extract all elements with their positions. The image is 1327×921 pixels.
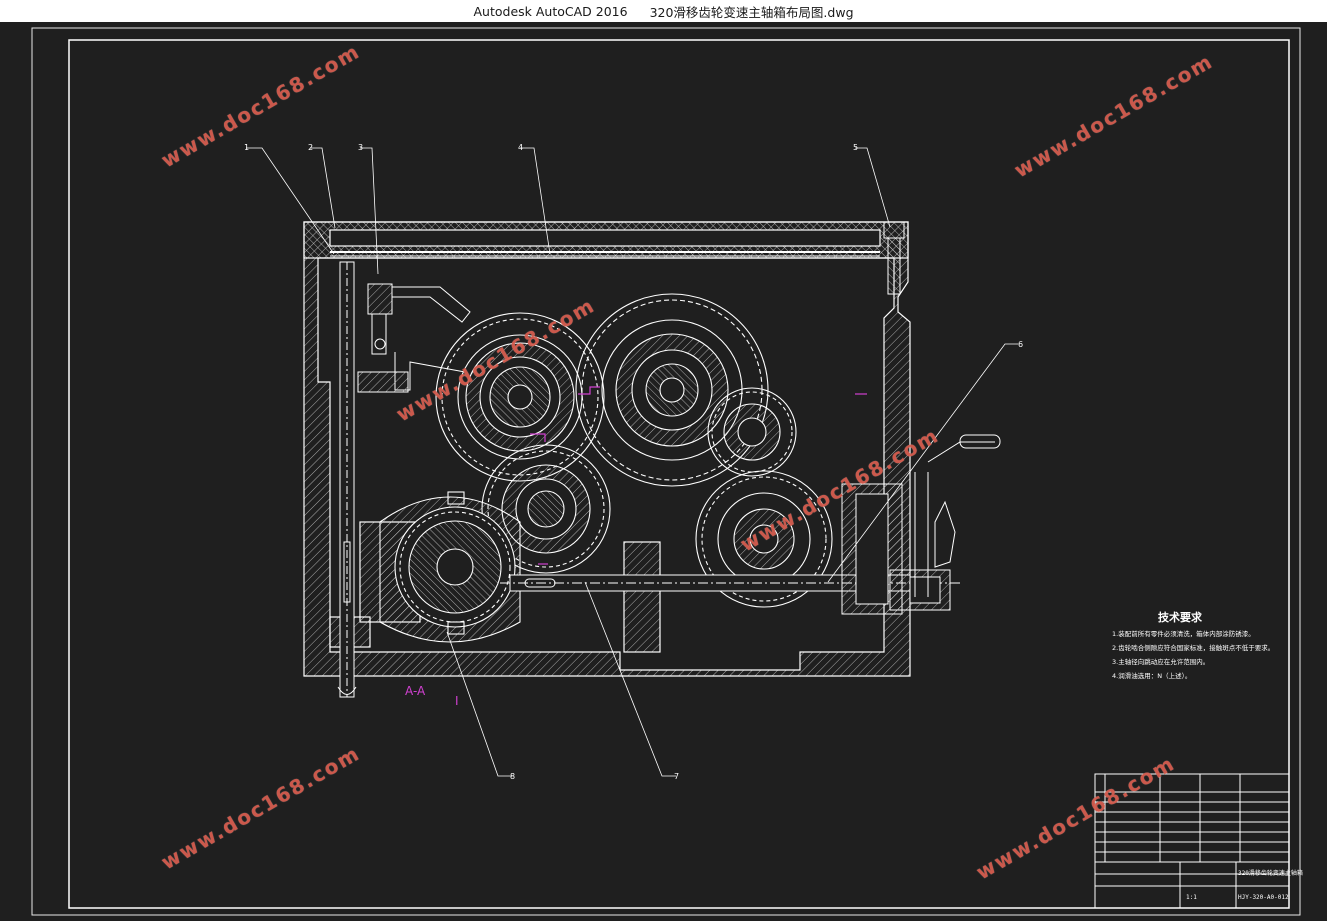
tech-requirement-2: 2.齿轮啮合侧隙应符合国家标准，接触斑点不低于要求。 bbox=[1112, 644, 1275, 652]
balloon-5: 5 bbox=[853, 143, 858, 152]
balloon-3: 3 bbox=[358, 143, 363, 152]
left-shaft bbox=[337, 261, 357, 698]
balloon-7: 7 bbox=[674, 772, 679, 781]
tech-requirement-1: 1.装配前所有零件必须清洗，箱体内部涂防锈漆。 bbox=[1112, 630, 1255, 638]
balloon-4: 4 bbox=[518, 143, 523, 152]
app-title: Autodesk AutoCAD 2016 bbox=[473, 3, 628, 19]
file-name: 320滑移齿轮变速主轴箱布局图.dwg bbox=[649, 4, 854, 20]
balloon-8: 8 bbox=[510, 772, 515, 781]
section-mark: I bbox=[455, 694, 459, 708]
balloon-1: 1 bbox=[244, 143, 249, 152]
title-block-name: 320滑移齿轮变速主轴箱 bbox=[1238, 870, 1303, 877]
title-block-drawing-no: HJY-320-A0-012 bbox=[1238, 894, 1289, 901]
title-block-scale: 1:1 bbox=[1186, 894, 1197, 901]
tech-requirement-4: 4.润滑油选用：N（上述）。 bbox=[1112, 672, 1192, 680]
section-label: A-A bbox=[405, 684, 426, 698]
drawing-canvas[interactable]: 1 2 3 4 5 6 8 7 www.doc168.com www.doc16… bbox=[0, 22, 1327, 921]
gear-left-lower bbox=[379, 491, 521, 643]
balloon-6: 6 bbox=[1018, 340, 1023, 349]
tech-requirements-title: 技术要求 bbox=[1158, 611, 1202, 624]
tech-requirement-3: 3.主轴径向跳动应在允许范围内。 bbox=[1112, 658, 1210, 666]
balloon-2: 2 bbox=[308, 143, 313, 152]
window-title-bar: Autodesk AutoCAD 2016 320滑移齿轮变速主轴箱布局图.dw… bbox=[0, 0, 1327, 22]
